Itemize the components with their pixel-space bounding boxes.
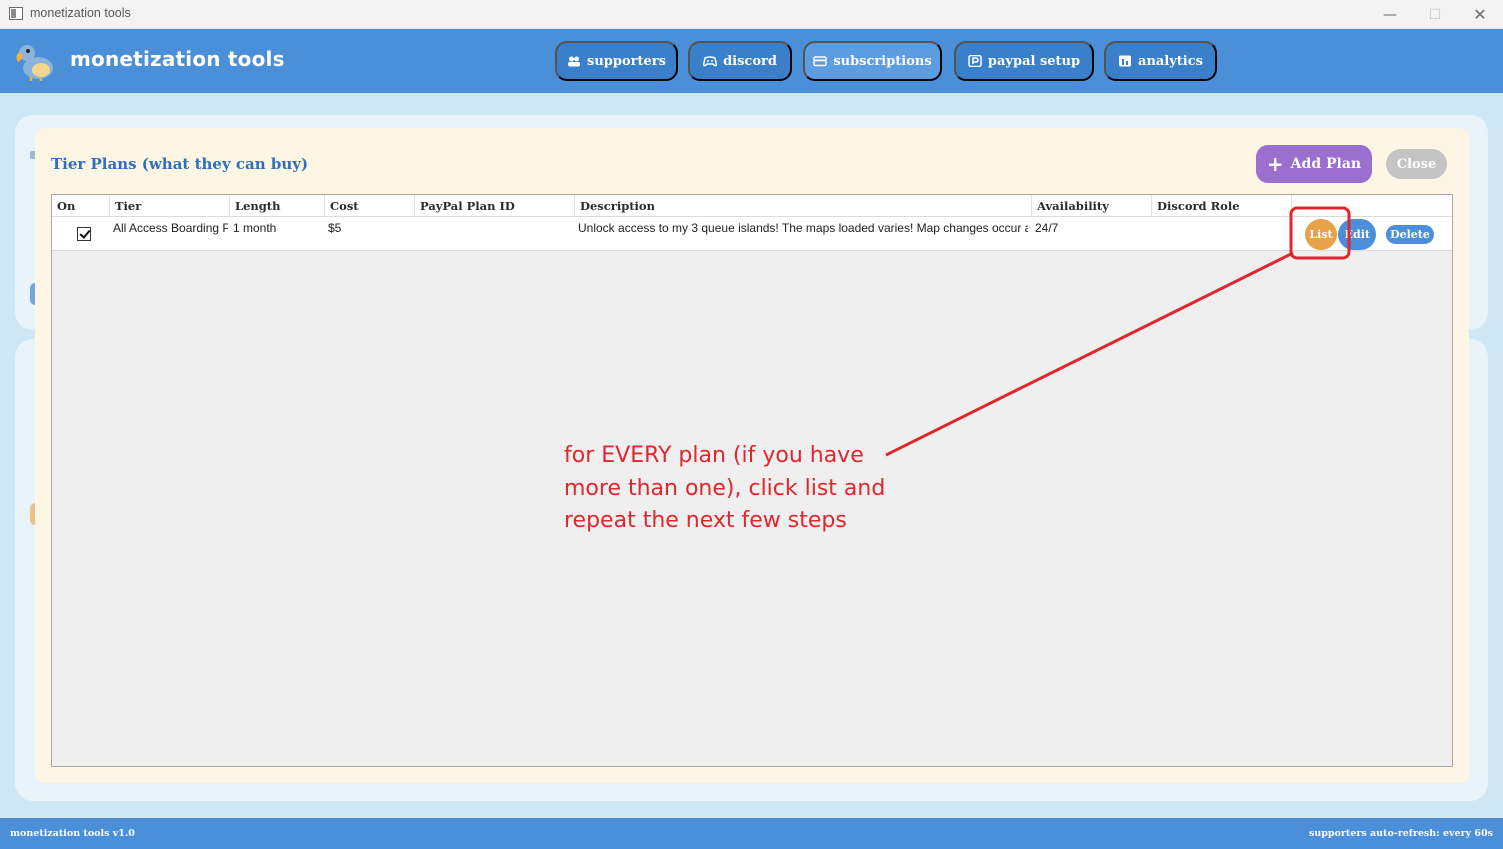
delete-plan-button[interactable]: Delete [1386,225,1434,244]
nav-discord-label: discord [723,53,777,69]
column-header-availability[interactable]: Availability [1032,195,1152,217]
close-window-icon[interactable]: ✕ [1457,0,1503,29]
edit-plan-button[interactable]: Edit [1338,219,1376,250]
maximize-icon[interactable]: ☐ [1412,0,1458,29]
column-header-paypal-plan-id[interactable]: PayPal Plan ID [415,195,575,217]
minimize-icon[interactable]: — [1367,0,1413,29]
app-header: monetization tools supporters discord su… [0,29,1503,93]
column-header-cost[interactable]: Cost [325,195,415,217]
cell-length: 1 month [233,221,277,235]
plan-enabled-checkbox[interactable] [77,227,91,241]
column-header-description[interactable]: Description [575,195,1032,217]
cell-cost: $5 [328,221,342,235]
window-title: monetization tools [30,6,131,20]
nav-analytics-button[interactable]: analytics [1104,41,1217,81]
table-header: On Tier Length Cost PayPal Plan ID Descr… [52,195,1452,217]
app-version: monetization tools v1.0 [10,828,135,839]
people-icon [568,56,581,67]
add-plan-button[interactable]: + Add Plan [1256,145,1372,183]
nav-discord-button[interactable]: discord [688,41,792,81]
app-window-icon [9,7,23,20]
table-row[interactable]: All Access Boarding P 1 month $5 Unlock … [52,217,1452,251]
column-header-discord-role[interactable]: Discord Role [1152,195,1292,217]
brand-title: monetization tools [70,47,285,71]
cell-availability: 24/7 [1035,221,1059,235]
column-header-on[interactable]: On [52,195,110,217]
nav-analytics-label: analytics [1138,53,1203,69]
window-titlebar: monetization tools — ☐ ✕ [0,0,1503,29]
gamepad-icon [703,56,718,67]
cell-tier: All Access Boarding P [113,221,228,235]
add-plan-label: Add Plan [1290,156,1362,172]
card-icon [813,56,828,67]
cell-description: Unlock access to my 3 queue islands! The… [578,221,1028,235]
plus-icon: + [1266,152,1284,176]
column-header-length[interactable]: Length [230,195,325,217]
paypal-icon [968,55,982,67]
status-bar: monetization tools v1.0 supporters auto-… [0,818,1503,849]
annotation-line: for EVERY plan (if you have [564,443,864,468]
column-header-tier[interactable]: Tier [110,195,230,217]
list-plan-button[interactable]: List [1305,219,1337,250]
nav-subscriptions-label: subscriptions [833,53,932,69]
nav-supporters-button[interactable]: supporters [555,41,678,81]
chart-icon [1119,55,1132,67]
modal-title: Tier Plans (what they can buy) [51,155,309,173]
annotation-line: more than one), click list and [564,475,886,501]
nav-supporters-label: supporters [587,53,666,69]
nav-subscriptions-button[interactable]: subscriptions [803,41,942,81]
annotation-line: repeat the next few steps [564,508,847,533]
refresh-status: supporters auto-refresh: every 60s [1309,828,1493,839]
nav-paypal-setup-label: paypal setup [987,53,1081,69]
dodo-bird-logo-icon [16,45,53,81]
annotation-text: for EVERY plan (if you have more than on… [564,440,904,538]
nav-paypal-setup-button[interactable]: paypal setup [954,41,1094,81]
close-modal-button[interactable]: Close [1386,149,1447,179]
